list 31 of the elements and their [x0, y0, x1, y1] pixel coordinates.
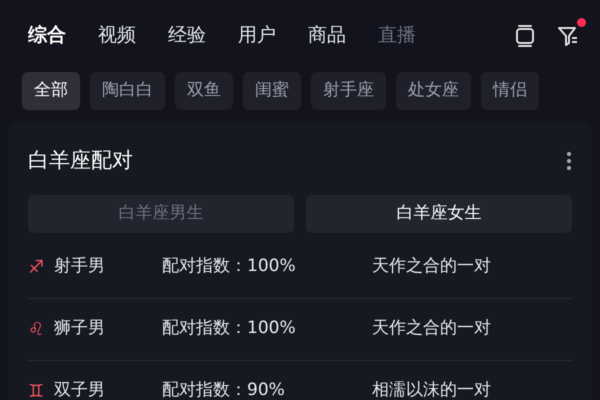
more-icon[interactable] — [566, 150, 572, 171]
tab[interactable]: 用户 — [238, 20, 276, 52]
match-description: 相濡以沫的一对 — [372, 379, 491, 400]
segment-button[interactable]: 白羊座男生 — [28, 194, 294, 232]
segment-button[interactable]: 白羊座女生 — [306, 194, 572, 232]
match-score: 配对指数：100% — [162, 255, 297, 278]
zodiac-icon: ♊ — [28, 378, 54, 400]
zodiac-icon: ♐ — [28, 254, 54, 280]
match-description: 天作之合的一对 — [372, 255, 491, 278]
tab[interactable]: 商品 — [308, 20, 346, 52]
zodiac-icon: ♌ — [28, 316, 54, 342]
tablet-icon[interactable] — [514, 24, 536, 48]
match-name: 狮子男 — [54, 317, 106, 340]
match-name: 双子男 — [54, 379, 106, 400]
tab[interactable]: 直播 — [378, 20, 416, 52]
tab[interactable]: 综合 — [28, 20, 66, 52]
filter-chip[interactable]: 处女座 — [396, 72, 471, 110]
filter-chip[interactable]: 全部 — [22, 72, 80, 110]
filter-chip[interactable]: 射手座 — [311, 72, 386, 110]
filter-icon[interactable] — [556, 24, 580, 48]
match-score: 配对指数：100% — [162, 317, 297, 340]
filter-chip[interactable]: 双鱼 — [175, 72, 233, 110]
filter-chip[interactable]: 情侣 — [481, 72, 539, 110]
filter-chip[interactable]: 陶白白 — [90, 72, 165, 110]
match-description: 天作之合的一对 — [372, 317, 491, 340]
tab[interactable]: 经验 — [168, 20, 206, 52]
match-name: 射手男 — [54, 255, 106, 278]
card-title: 白羊座配对 — [28, 147, 133, 174]
filter-chip[interactable]: 闺蜜 — [243, 72, 301, 110]
match-score: 配对指数：90% — [162, 379, 286, 400]
tab[interactable]: 视频 — [98, 20, 136, 52]
